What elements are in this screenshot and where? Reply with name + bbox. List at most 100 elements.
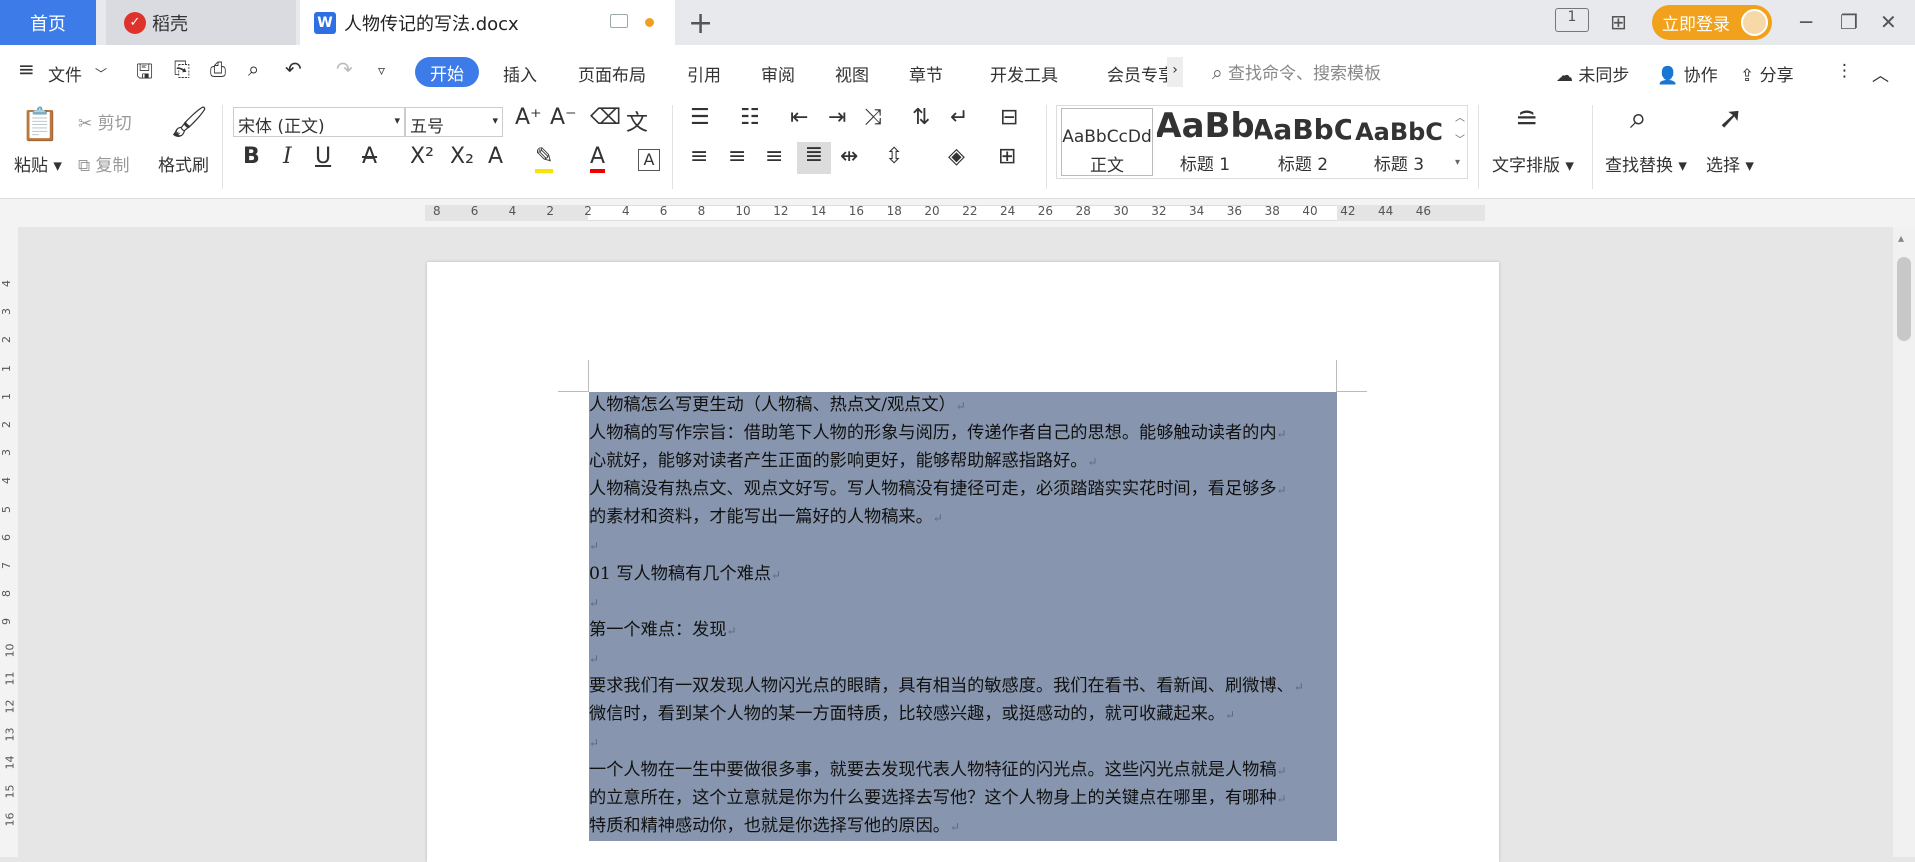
bullet-list-icon[interactable]: ☰ (690, 105, 710, 130)
numbered-list-icon[interactable]: ☷ (740, 105, 760, 130)
monitor-icon[interactable] (610, 14, 628, 28)
tab-home[interactable]: 首页 (0, 0, 96, 45)
format-painter-button[interactable]: 格式刷 (158, 151, 209, 176)
tab-layout[interactable]: 页面布局 (578, 61, 646, 86)
text-layout-button[interactable]: 文字排版 ▾ (1492, 151, 1574, 176)
style-heading3[interactable]: AaBbC 标题 3 (1353, 108, 1445, 176)
new-tab-icon[interactable]: + (688, 6, 713, 41)
hamburger-icon[interactable]: ≡ (18, 57, 35, 81)
doc-paragraph[interactable]: 心就好，能够对读者产生正面的影响更好，能够帮助解惑指路好。↵ (589, 447, 1339, 475)
tab-chapter[interactable]: 章节 (909, 61, 943, 86)
grid-apps-icon[interactable]: ⊞ (1610, 10, 1627, 34)
doc-paragraph[interactable]: ↵ (589, 728, 1339, 756)
doc-paragraph[interactable]: 人物稿没有热点文、观点文好写。写人物稿没有捷径可走，必须踏踏实实花时间，看足够多… (589, 475, 1339, 503)
tab-insert[interactable]: 插入 (503, 61, 537, 86)
align-center-icon[interactable]: ≡ (728, 144, 746, 169)
line-spacing-icon[interactable]: ⇳ (885, 144, 903, 169)
undo-icon[interactable]: ↶ (285, 57, 302, 81)
collab-button[interactable]: 👤 协作 (1657, 61, 1718, 86)
print-preview-icon[interactable]: ⌕ (248, 57, 259, 81)
tab-daoke[interactable]: ✓ 稻壳 (106, 0, 296, 45)
select-button[interactable]: 选择 ▾ (1706, 151, 1754, 176)
text-effect-icon[interactable]: A (488, 144, 503, 169)
collapse-ribbon-icon[interactable]: ︿ (1872, 61, 1889, 86)
borders-icon[interactable]: ⊞ (998, 144, 1016, 169)
cursor-icon[interactable]: ➚ (1718, 101, 1743, 136)
tab-developer[interactable]: 开发工具 (990, 61, 1058, 86)
decrease-indent-icon[interactable]: ⇤ (790, 105, 808, 130)
paragraph-mark-icon[interactable]: ↵ (950, 105, 968, 130)
ruler-toggle-icon[interactable]: ⊟ (1000, 105, 1018, 130)
horizontal-ruler[interactable]: 8 6 4 2 2 4 6 8 10 12 14 16 18 20 22 24 26 28 30 32 34 36 38 40… (0, 199, 1915, 227)
page-badge-icon[interactable]: 1 (1555, 8, 1589, 32)
underline-icon[interactable]: U (315, 144, 331, 169)
scrollbar-thumb[interactable] (1897, 257, 1911, 341)
minimize-icon[interactable]: ─ (1800, 10, 1812, 34)
strikethrough-icon[interactable]: A (362, 144, 377, 169)
more-quick-icon[interactable]: ▿ (378, 63, 385, 79)
doc-paragraph[interactable]: 一个人物在一生中要做很多事，就要去发现代表人物特征的闪光点。这些闪光点就是人物稿… (589, 756, 1339, 784)
increase-indent-icon[interactable]: ⇥ (828, 105, 846, 130)
save-icon[interactable]: 🖫 (136, 57, 153, 91)
doc-paragraph[interactable]: 第一个难点：发现↵ (589, 616, 1339, 644)
doc-paragraph[interactable]: 的素材和资料，才能写出一篇好的人物稿来。↵ (589, 503, 1339, 531)
doc-paragraph[interactable]: 人物稿的写作宗旨：借助笔下人物的形象与阅历，传递作者自己的思想。能够触动读者的内… (589, 419, 1339, 447)
superscript-icon[interactable]: X² (410, 144, 434, 169)
scroll-up-icon[interactable]: ▴ (1898, 231, 1904, 245)
vertical-scrollbar[interactable]: ▴ (1893, 227, 1915, 857)
doc-paragraph[interactable]: ↵ (589, 644, 1339, 672)
doc-paragraph[interactable]: 01 写人物稿有几个难点↵ (589, 560, 1339, 588)
doc-paragraph[interactable]: 微信时，看到某个人物的某一方面特质，比较感兴趣，或挺感动的，就可收藏起来。↵ (589, 700, 1339, 728)
distribute-icon[interactable]: ⇹ (840, 144, 858, 169)
login-button[interactable]: 立即登录 (1652, 5, 1772, 40)
style-heading2[interactable]: AaBbC 标题 2 (1255, 108, 1351, 176)
tab-view[interactable]: 视图 (835, 61, 869, 86)
grow-font-icon[interactable]: A⁺ (515, 105, 542, 130)
font-size-select[interactable]: 五号 ▾ (405, 107, 503, 137)
restore-icon[interactable]: ❐ (1840, 10, 1858, 34)
italic-icon[interactable]: I (283, 144, 292, 169)
tab-member[interactable]: 会员专享 (1107, 61, 1167, 86)
phonetic-icon[interactable]: 文 (626, 105, 648, 137)
vertical-ruler[interactable]: 4 3 2 1 1 2 3 4 5 6 7 8 9 10 11 12 13 14 15 16 (0, 227, 18, 857)
text-layout-icon[interactable]: ≘ (1515, 103, 1538, 136)
style-normal[interactable]: AaBbCcDd 正文 (1061, 108, 1153, 176)
doc-paragraph[interactable]: 的立意所在，这个立意就是你为什么要选择去写他？这个人物身上的关键点在哪里，有哪种… (589, 784, 1339, 812)
clear-format-icon[interactable]: ⌫ (590, 105, 621, 130)
copy-button[interactable]: ⧉ 复制 (78, 151, 130, 176)
tab-references[interactable]: 引用 (687, 61, 721, 86)
doc-paragraph[interactable]: 人物稿怎么写更生动（人物稿、热点文/观点文）↵ (589, 391, 1339, 419)
tab-start[interactable]: 开始 (415, 57, 479, 87)
sync-button[interactable]: ☁ 未同步 (1556, 61, 1629, 86)
cut-button[interactable]: ✂ 剪切 (78, 109, 132, 134)
style-heading1[interactable]: AaBb 标题 1 (1157, 108, 1253, 176)
subscript-icon[interactable]: X₂ (450, 144, 474, 169)
document-body[interactable]: 人物稿怎么写更生动（人物稿、热点文/观点文）↵ 人物稿的写作宗旨：借助笔下人物的形… (589, 391, 1339, 841)
paste-icon[interactable]: 📋 (20, 105, 60, 143)
sort-icon[interactable]: ⇅ (912, 105, 930, 130)
align-right-icon[interactable]: ≡ (765, 144, 783, 169)
chevron-down-icon[interactable]: ﹀ (95, 65, 107, 82)
export-pdf-icon[interactable]: ⎘ (174, 57, 190, 81)
tab-review[interactable]: 审阅 (761, 61, 795, 86)
shrink-font-icon[interactable]: A⁻ (550, 105, 577, 130)
char-border-icon[interactable]: A (638, 149, 660, 171)
doc-paragraph[interactable]: 特质和精神感动你，也就是你选择写他的原因。↵ (589, 812, 1339, 840)
search-icon[interactable]: ⌕ (1630, 101, 1647, 136)
bold-icon[interactable]: B (243, 144, 260, 169)
command-search-input[interactable]: ⌕ 查找命令、搜索模板 (1212, 59, 1381, 84)
align-left-icon[interactable]: ≡ (690, 144, 708, 169)
share-button[interactable]: ⇪ 分享 (1740, 61, 1794, 86)
doc-paragraph[interactable]: ↵ (589, 531, 1339, 559)
justify-icon[interactable]: ≣ (797, 142, 831, 174)
close-icon[interactable]: ✕ (1880, 10, 1897, 34)
format-painter-icon[interactable]: 🖌 (170, 105, 208, 140)
tabs-scroll-right-icon[interactable]: › (1167, 57, 1183, 87)
font-color-icon[interactable]: A (590, 144, 606, 173)
shading-icon[interactable]: ◈ (948, 144, 965, 169)
menu-file[interactable]: 文件 (48, 61, 82, 86)
print-icon[interactable]: ⎙ (210, 57, 226, 81)
find-replace-button[interactable]: 查找替换 ▾ (1605, 151, 1687, 176)
doc-paragraph[interactable]: ↵ (589, 588, 1339, 616)
style-scroll-icon[interactable]: ︿ ﹀ ▾ (1455, 108, 1465, 174)
